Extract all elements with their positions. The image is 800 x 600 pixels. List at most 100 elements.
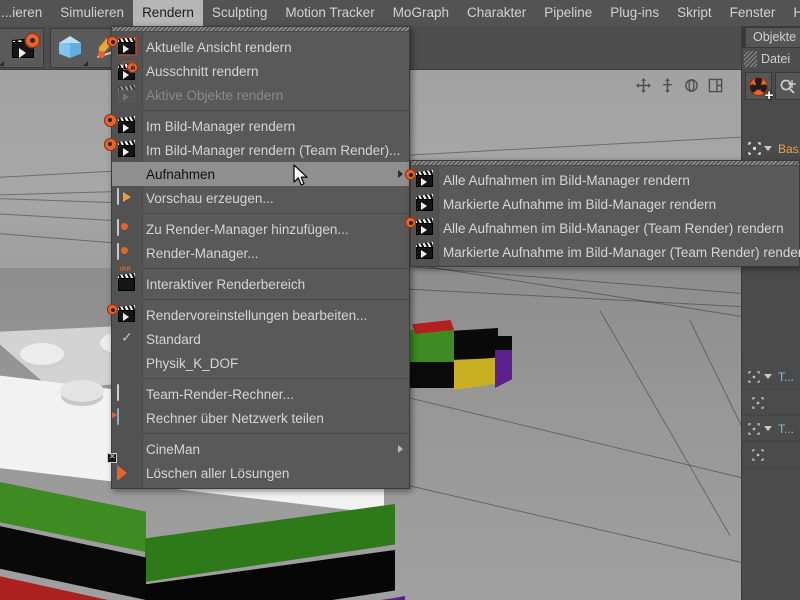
object-label: T... [778,369,795,384]
menu-item-zu-render-manager-hinzufuegen[interactable]: Zu Render-Manager hinzufügen... [112,217,409,241]
menubar-item-hilfe[interactable]: Hilfe [784,0,800,26]
menu-item-label: Markierte Aufnahme im Bild-Manager rende… [443,196,717,212]
chevron-right-icon [398,445,403,453]
preview-icon [117,188,138,209]
brick-stud [20,343,64,365]
dolly-view-icon[interactable] [660,78,675,93]
menu-item-aktive-objekte-rendern[interactable]: Aktive Objekte rendern [112,83,409,107]
menu-item-label: Team-Render-Rechner... [146,386,294,402]
more-options-corner [0,61,4,66]
menu-item-team-render-rechner[interactable]: Team-Render-Rechner... [112,382,409,406]
render-tool-group [0,28,44,68]
menu-item-alle-aufnahmen-team-render[interactable]: Alle Aufnahmen im Bild-Manager (Team Ren… [405,216,799,240]
clapperboard-gear-icon [11,34,39,59]
menu-item-ausschnitt-rendern[interactable]: Ausschnitt rendern [112,59,409,83]
search-object-icon[interactable] [774,72,800,100]
object-row[interactable]: T... [742,364,800,390]
menu-item-label: Zu Render-Manager hinzufügen... [146,221,349,237]
expand-arrow-icon[interactable] [764,426,772,431]
menu-tearoff-handle[interactable] [411,161,799,166]
object-manager-panel: Objekte Datei + Bas T... T... [741,26,800,600]
irr-icon: IRR [117,267,138,294]
menu-item-interaktiver-renderbereich[interactable]: IRR Interaktiver Renderbereich [112,267,409,296]
render-settings-icon [107,304,138,325]
move-view-icon[interactable] [636,78,651,93]
menubar-item-rendern[interactable]: Rendern [133,0,203,26]
add-object-icon[interactable]: + [745,72,774,103]
viewport-nav-icons [636,78,723,93]
menu-tearoff-handle[interactable] [112,27,409,32]
menu-item-markierte-aufnahme-bild-manager[interactable]: Markierte Aufnahme im Bild-Manager rende… [411,192,799,216]
menubar-item-skript[interactable]: Skript [668,0,721,26]
menu-item-vorschau-erzeugen[interactable]: Vorschau erzeugen... [112,186,409,210]
laptop-network-icon [112,408,138,429]
menu-item-aufnahmen[interactable]: Aufnahmen [112,162,409,186]
render-view-icon [107,36,138,57]
object-row[interactable] [742,442,800,468]
brick-purple [230,570,410,600]
menu-item-label: Ausschnitt rendern [146,63,259,79]
menubar-item-plugins[interactable]: Plug-ins [601,0,668,26]
primitive-cube-button[interactable] [51,29,89,67]
menu-item-aktuelle-ansicht-rendern[interactable]: Aktuelle Ansicht rendern [107,35,409,59]
brick-face [494,336,512,350]
object-row[interactable]: T... [742,416,800,442]
monitor-icon [117,384,138,405]
brick-face [410,362,454,388]
menubar-item-fenster[interactable]: Fenster [721,0,785,26]
menu-separator [112,110,409,111]
menu-separator [112,268,409,269]
expand-arrow-icon[interactable] [764,374,772,379]
menubar-item-simulieren[interactable]: Simulieren [51,0,133,26]
check-icon: ✓ [121,329,133,345]
render-settings-button[interactable] [5,29,43,67]
menu-item-alle-aufnahmen-bild-manager[interactable]: Alle Aufnahmen im Bild-Manager rendern [405,168,799,192]
object-label: Bas... [778,141,800,156]
panel-menu-datei[interactable]: Datei [761,52,790,66]
menubar-item-mograph[interactable]: MoGraph [384,0,458,26]
menu-item-label: Physik_K_DOF [146,355,239,371]
object-row[interactable] [742,390,800,416]
menu-separator [112,213,409,214]
axis-icon [748,370,761,383]
menu-item-label: Vorschau erzeugen... [146,190,274,206]
chevron-right-icon [398,170,403,178]
menu-item-standard[interactable]: ✓ Standard [112,327,409,351]
menu-item-im-bild-manager-rendern[interactable]: Im Bild-Manager rendern [104,114,409,138]
render-marked-take-team-icon [415,241,436,262]
menu-item-im-bild-manager-team-render[interactable]: Im Bild-Manager rendern (Team Render)... [104,138,409,162]
render-queue-icon [117,243,138,264]
brick-face [230,596,405,600]
menubar-item-sculpting[interactable]: Sculpting [203,0,277,26]
magnifier-glyph [780,79,797,94]
menu-item-label: Im Bild-Manager rendern (Team Render)... [146,142,401,158]
view-layout-icon[interactable] [708,78,723,93]
menu-item-cineman[interactable]: CineMan [112,437,409,461]
menu-item-label: Aktive Objekte rendern [146,87,284,103]
cinema4d-window: Objekte Datei + Bas T... T... ...ieren S… [0,0,800,600]
takes-submenu[interactable]: Alle Aufnahmen im Bild-Manager rendern M… [405,160,800,267]
object-row[interactable]: Bas... [742,136,800,162]
render-dropdown-menu[interactable]: Aktuelle Ansicht rendern Ausschnitt rend… [104,26,410,489]
menu-item-physik-k-dof[interactable]: Physik_K_DOF [112,351,409,375]
axis-icon [748,142,761,155]
menu-item-loeschen-aller-loesungen[interactable]: Löschen aller Lösungen [107,452,409,485]
axis-icon [752,396,765,409]
menu-item-rendervoreinstellungen-bearbeiten[interactable]: Rendervoreinstellungen bearbeiten... [107,303,409,327]
menubar-item-charakter[interactable]: Charakter [458,0,535,26]
panel-drag-handle[interactable] [744,51,757,67]
axis-icon [748,422,761,435]
menu-item-rechner-ueber-netzwerk-teilen[interactable]: Rechner über Netzwerk teilen [112,406,409,430]
render-picture-viewer-icon [104,114,138,136]
menubar-item-motion-tracker[interactable]: Motion Tracker [276,0,383,26]
menubar-item-pipeline[interactable]: Pipeline [535,0,601,26]
tab-objekte[interactable]: Objekte [746,28,800,47]
rotate-view-icon[interactable] [684,78,699,93]
menu-item-markierte-aufnahme-team-render[interactable]: Markierte Aufnahme im Bild-Manager (Team… [411,240,800,264]
expand-arrow-icon[interactable] [764,146,772,151]
menu-item-label: Aktuelle Ansicht rendern [146,39,292,55]
menubar-item-0[interactable]: ...ieren [0,0,51,26]
delete-solutions-icon [107,452,138,484]
menu-item-render-manager[interactable]: Render-Manager... [112,241,409,265]
menu-item-label: CineMan [146,441,201,457]
